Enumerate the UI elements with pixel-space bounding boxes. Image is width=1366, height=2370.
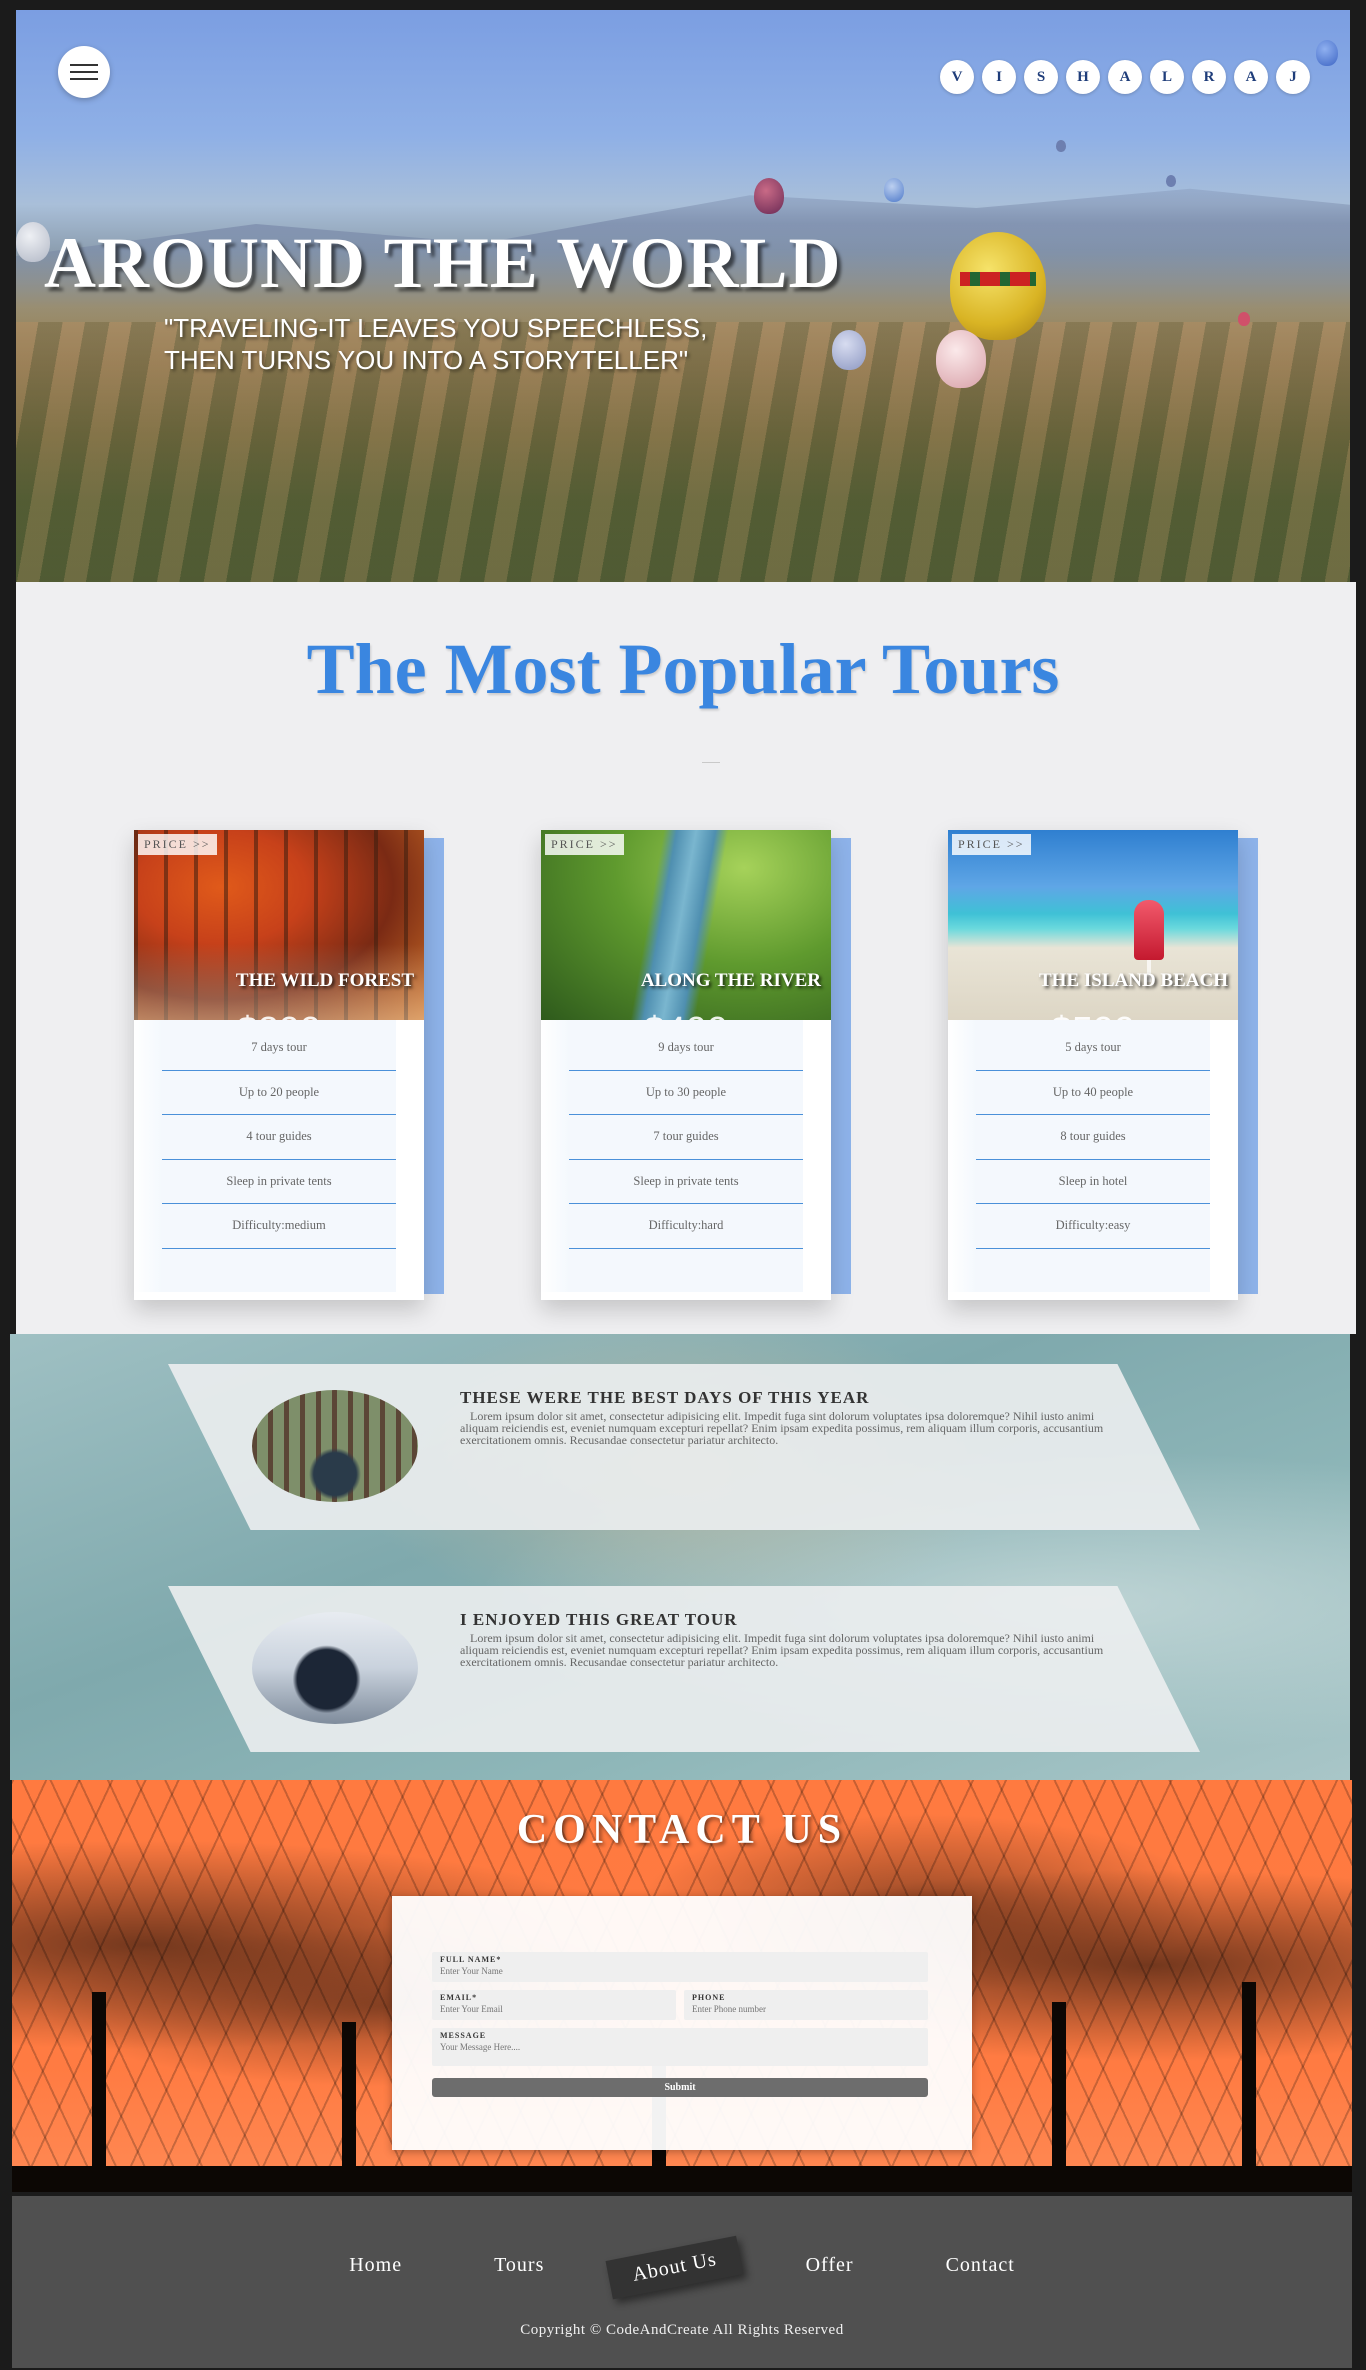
logo-letter: I (982, 60, 1016, 94)
hot-air-balloon-image (754, 178, 784, 214)
tour-card[interactable]: PRICE >> THE ISLAND BEACH $599 5 days to… (948, 830, 1258, 1300)
message-label: MESSAGE (440, 2031, 487, 2040)
price-toggle[interactable]: PRICE >> (952, 834, 1031, 855)
email-label: EMAIL* (440, 1993, 478, 2002)
tour-features: 9 days tour Up to 30 people 7 tour guide… (541, 1020, 803, 1292)
review-heading: THESE WERE THE BEST DAYS OF THIS YEAR (460, 1388, 870, 1407)
feature-item: Up to 40 people (976, 1071, 1210, 1115)
tree-trunk (342, 2022, 356, 2172)
phone-field[interactable]: PHONE (684, 1990, 928, 2020)
testimonials-section: THESE WERE THE BEST DAYS OF THIS YEAR Lo… (10, 1334, 1350, 1780)
footer-nav: Home Tours About Us Offer Contact (12, 2235, 1352, 2300)
feature-item: 8 tour guides (976, 1115, 1210, 1160)
tour-features: 7 days tour Up to 20 people 4 tour guide… (134, 1020, 396, 1292)
review-card: THESE WERE THE BEST DAYS OF THIS YEAR Lo… (168, 1364, 1200, 1530)
contact-section: CONTACT US FULL NAME* EMAIL* PHONE MESSA… (12, 1780, 1352, 2192)
hero-title: AROUND THE WORLD (44, 223, 842, 303)
email-field[interactable]: EMAIL* (432, 1990, 676, 2020)
feature-item: 7 days tour (162, 1026, 396, 1071)
feature-item: 9 days tour (569, 1026, 803, 1071)
footer-link-offer[interactable]: Offer (778, 2248, 882, 2287)
review-text: Lorem ipsum dolor sit amet, consectetur … (460, 1409, 1104, 1447)
feature-item: Up to 30 people (569, 1071, 803, 1115)
hot-air-balloon-image (950, 232, 1046, 340)
hamburger-menu-icon (70, 64, 98, 66)
footer-link-about-us[interactable]: About Us (605, 2235, 745, 2300)
feature-item: Sleep in hotel (976, 1160, 1210, 1204)
submit-button[interactable]: Submit (432, 2078, 928, 2097)
ground-silhouette (12, 2166, 1352, 2192)
hot-air-balloon-image (1238, 312, 1250, 326)
feature-item: Up to 20 people (162, 1071, 396, 1115)
logo-letter: J (1276, 60, 1310, 94)
logo-letter: R (1192, 60, 1226, 94)
logo-letter: A (1234, 60, 1268, 94)
footer-link-home[interactable]: Home (321, 2248, 430, 2287)
hot-air-balloon-image (1056, 140, 1066, 152)
tree-trunk (92, 1992, 106, 2172)
tree-trunk (1052, 2002, 1066, 2172)
fullname-input[interactable] (440, 1966, 700, 1976)
review-text: Lorem ipsum dolor sit amet, consectetur … (460, 1631, 1104, 1669)
feature-item: 7 tour guides (569, 1115, 803, 1160)
feature-item: Difficulty:easy (976, 1204, 1210, 1249)
logo-letter: V (940, 60, 974, 94)
tour-card[interactable]: PRICE >> ALONG THE RIVER $499 9 days tou… (541, 830, 851, 1300)
cocktail-image (1134, 900, 1164, 982)
reviewer-photo (252, 1612, 418, 1724)
hot-air-balloon-image (884, 178, 904, 202)
footer-link-contact[interactable]: Contact (918, 2248, 1043, 2287)
hero-quote: "TRAVELING-IT LEAVES YOU SPEECHLESS, THE… (164, 312, 864, 376)
footer: Home Tours About Us Offer Contact Copyri… (12, 2196, 1352, 2368)
reviewer-photo (252, 1390, 418, 1502)
fullname-label: FULL NAME* (440, 1955, 502, 1964)
feature-item: 4 tour guides (162, 1115, 396, 1160)
copyright-text: Copyright © CodeAndCreate All Rights Res… (520, 2322, 844, 2338)
fullname-field[interactable]: FULL NAME* (432, 1952, 928, 1982)
tree-trunk (1242, 1982, 1256, 2172)
price-toggle[interactable]: PRICE >> (138, 834, 217, 855)
logo-letter: H (1066, 60, 1100, 94)
card-front: PRICE >> ALONG THE RIVER $499 9 days tou… (541, 830, 831, 1300)
logo-letter: L (1150, 60, 1184, 94)
hero-quote-line: "TRAVELING-IT LEAVES YOU SPEECHLESS, (164, 313, 708, 343)
review-card: I ENJOYED THIS GREAT TOUR Lorem ipsum do… (168, 1586, 1200, 1752)
section-title: The Most Popular Tours (306, 629, 1060, 709)
card-front: PRICE >> THE ISLAND BEACH $599 5 days to… (948, 830, 1238, 1300)
hot-air-balloon-image (936, 330, 986, 388)
phone-label: PHONE (692, 1993, 726, 2002)
message-field[interactable]: MESSAGE (432, 2028, 928, 2066)
message-input[interactable] (440, 2042, 910, 2056)
popular-tours-section: The Most Popular Tours PRICE >> THE WILD… (16, 582, 1356, 1334)
tour-features: 5 days tour Up to 40 people 8 tour guide… (948, 1020, 1210, 1292)
tour-name: THE WILD FOREST (235, 970, 414, 991)
email-input[interactable] (440, 2004, 660, 2014)
feature-item: Difficulty:hard (569, 1204, 803, 1249)
hero-section: V I S H A L R A J AROUND THE WORLD "TRAV… (16, 10, 1350, 582)
phone-input[interactable] (692, 2004, 912, 2014)
contact-title: CONTACT US (516, 1807, 848, 1853)
section-divider (702, 762, 720, 763)
tour-card[interactable]: PRICE >> THE WILD FOREST $399 7 days tou… (134, 830, 444, 1300)
hero-quote-line: THEN TURNS YOU INTO A STORYTELLER" (164, 345, 689, 375)
tour-name: ALONG THE RIVER (640, 970, 821, 991)
feature-item: Sleep in private tents (569, 1160, 803, 1204)
hamburger-menu-icon (70, 71, 98, 73)
hamburger-menu-button[interactable] (58, 46, 110, 98)
feature-item: Difficulty:medium (162, 1204, 396, 1249)
feature-item: Sleep in private tents (162, 1160, 396, 1204)
hot-air-balloon-image (1316, 40, 1338, 66)
review-heading: I ENJOYED THIS GREAT TOUR (460, 1610, 738, 1629)
hot-air-balloon-image (1166, 175, 1176, 187)
brand-logo[interactable]: V I S H A L R A J (940, 60, 1310, 94)
card-front: PRICE >> THE WILD FOREST $399 7 days tou… (134, 830, 424, 1300)
logo-letter: S (1024, 60, 1058, 94)
price-toggle[interactable]: PRICE >> (545, 834, 624, 855)
contact-form: FULL NAME* EMAIL* PHONE MESSAGE Submit (392, 1896, 972, 2150)
tour-name: THE ISLAND BEACH (1039, 970, 1228, 991)
hamburger-menu-icon (70, 78, 98, 80)
logo-letter: A (1108, 60, 1142, 94)
footer-link-tours[interactable]: Tours (466, 2248, 572, 2287)
feature-item: 5 days tour (976, 1026, 1210, 1071)
